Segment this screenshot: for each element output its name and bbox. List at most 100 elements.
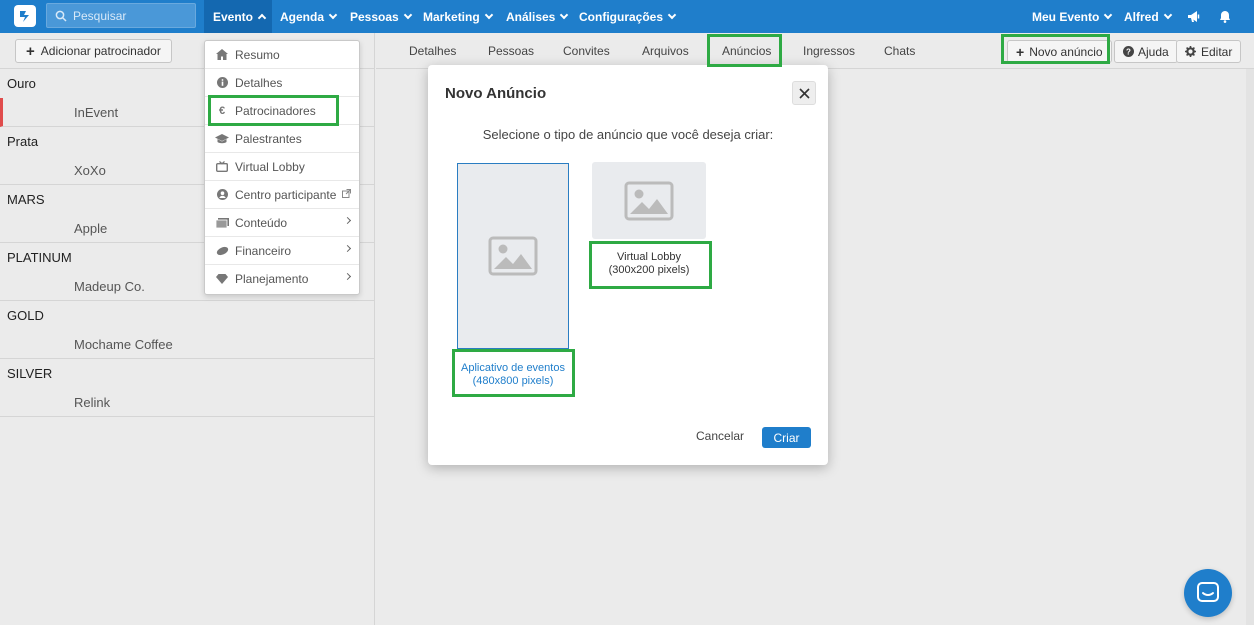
- sponsor-item[interactable]: Relink: [0, 388, 375, 417]
- add-sponsor-button[interactable]: + Adicionar patrocinador: [15, 39, 172, 63]
- search-box[interactable]: [46, 3, 196, 28]
- menu-item-detalhes[interactable]: Detalhes: [205, 69, 359, 97]
- tab-label: Anúncios: [722, 44, 772, 58]
- diamond-icon: [215, 272, 229, 286]
- sponsor-item-name: Mochame Coffee: [74, 336, 173, 352]
- tv-icon: [215, 160, 229, 174]
- sponsor-group-name: PLATINUM: [7, 250, 72, 265]
- tab-chats[interactable]: Chats: [884, 33, 915, 69]
- nav-pessoas[interactable]: Pessoas: [350, 0, 412, 33]
- menu-item-label: Detalhes: [235, 75, 283, 90]
- nav-agenda[interactable]: Agenda: [280, 0, 338, 33]
- modal-title: Novo Anúncio: [445, 85, 547, 102]
- sponsor-group[interactable]: GOLD: [0, 301, 375, 330]
- menu-item-virtual-lobby[interactable]: Virtual Lobby: [205, 153, 359, 181]
- question-icon: ?: [1123, 46, 1134, 57]
- menu-item-label: Financeiro: [235, 243, 292, 258]
- chevron-down-icon: [403, 10, 412, 19]
- ad-option-virtual-lobby[interactable]: [592, 162, 706, 239]
- gear-icon: [1185, 46, 1196, 57]
- search-icon: [55, 10, 67, 22]
- ad-option-lobby-caption[interactable]: Virtual Lobby (300x200 pixels): [592, 251, 706, 277]
- logo[interactable]: [14, 5, 36, 27]
- help-label: Ajuda: [1138, 44, 1169, 59]
- menu-item-label: Planejamento: [235, 272, 309, 286]
- help-button[interactable]: ? Ajuda: [1114, 40, 1178, 63]
- ad-option-app-caption[interactable]: Aplicativo de eventos (480x800 pixels): [455, 362, 571, 388]
- tab-detalhes[interactable]: Detalhes: [409, 33, 456, 69]
- modal-subtitle: Selecione o tipo de anúncio que você des…: [482, 127, 774, 142]
- create-button[interactable]: Criar: [762, 427, 811, 448]
- chevron-down-icon: [667, 10, 677, 19]
- money-icon: [215, 244, 229, 258]
- menu-item-label: Palestrantes: [235, 131, 302, 146]
- images-icon: [215, 216, 229, 230]
- external-link-icon: [342, 189, 351, 201]
- chevron-down-icon: [328, 10, 338, 19]
- euro-icon: €: [218, 104, 226, 117]
- nav-marketing[interactable]: Marketing: [423, 0, 493, 33]
- edit-button[interactable]: Editar: [1176, 40, 1242, 63]
- scrollbar[interactable]: [1246, 69, 1254, 625]
- new-ad-button[interactable]: + Novo anúncio: [1007, 40, 1112, 63]
- evento-dropdown-menu: Resumo Detalhes € Patrocinadores Palestr…: [204, 40, 360, 295]
- menu-item-patrocinadores[interactable]: € Patrocinadores: [205, 97, 359, 125]
- ad-option-app-name: Aplicativo de eventos: [461, 362, 565, 374]
- sponsor-group-name: MARS: [7, 192, 45, 207]
- sponsor-item-name: InEvent: [74, 104, 119, 120]
- menu-item-resumo[interactable]: Resumo: [205, 41, 359, 69]
- ad-option-lobby-name: Virtual Lobby: [616, 251, 681, 263]
- announcements-button[interactable]: [1187, 0, 1201, 33]
- tab-convites[interactable]: Convites: [563, 33, 610, 69]
- image-placeholder-icon: [488, 236, 538, 276]
- menu-item-label: Conteúdo: [235, 215, 288, 230]
- sponsor-item-name: XoXo: [74, 162, 106, 178]
- menu-item-centro-participante[interactable]: Centro participante: [205, 181, 359, 209]
- svg-text:?: ?: [1126, 48, 1131, 57]
- menu-item-label: Virtual Lobby: [235, 159, 305, 174]
- nav-meu-evento-label: Meu Evento: [1032, 9, 1100, 24]
- nav-agenda-label: Agenda: [280, 9, 325, 24]
- ad-option-lobby-size: (300x200 pixels): [608, 264, 690, 276]
- menu-item-conteudo[interactable]: Conteúdo: [205, 209, 359, 237]
- sponsor-group-name: Ouro: [7, 76, 36, 91]
- support-chat-button[interactable]: [1184, 569, 1232, 617]
- menu-item-financeiro[interactable]: Financeiro: [205, 237, 359, 265]
- menu-item-planejamento[interactable]: Planejamento: [205, 265, 359, 293]
- plus-icon: +: [1016, 43, 1025, 60]
- tab-label: Detalhes: [409, 44, 457, 58]
- menu-item-palestrantes[interactable]: Palestrantes: [205, 125, 359, 153]
- nav-meu-evento[interactable]: Meu Evento: [1032, 0, 1113, 33]
- nav-user[interactable]: Alfred: [1124, 0, 1172, 33]
- nav-configuracoes-label: Configurações: [579, 9, 664, 24]
- nav-analises[interactable]: Análises: [506, 0, 569, 33]
- sponsor-group-name: GOLD: [7, 308, 44, 323]
- sponsor-group[interactable]: SILVER: [0, 359, 375, 388]
- tab-ingressos[interactable]: Ingressos: [803, 33, 855, 69]
- menu-item-label: Centro participante: [235, 187, 337, 202]
- chat-icon: [1197, 582, 1219, 602]
- tab-arquivos[interactable]: Arquivos: [642, 33, 689, 69]
- plus-icon: +: [26, 42, 35, 60]
- sponsor-item[interactable]: Mochame Coffee: [0, 330, 375, 359]
- ad-option-app[interactable]: [457, 163, 569, 349]
- notifications-button[interactable]: [1219, 0, 1231, 33]
- nav-configuracoes[interactable]: Configurações: [579, 0, 677, 33]
- sponsor-group-name: SILVER: [7, 366, 53, 381]
- tab-anuncios[interactable]: Anúncios: [722, 33, 771, 69]
- user-circle-icon: [215, 188, 229, 202]
- new-ad-modal: Novo Anúncio Selecione o tipo de anúncio…: [428, 65, 828, 465]
- menu-item-label: Patrocinadores: [235, 103, 316, 118]
- tab-bar: Detalhes Pessoas Convites Arquivos Anúnc…: [376, 33, 1254, 69]
- nav-evento[interactable]: Evento: [204, 0, 272, 33]
- sponsor-group-name: Prata: [7, 134, 39, 149]
- cancel-button[interactable]: Cancelar: [696, 429, 744, 443]
- sponsor-item-name: Apple: [74, 220, 108, 236]
- chevron-down-icon: [560, 10, 569, 19]
- logo-icon: [20, 11, 29, 22]
- close-button[interactable]: [792, 81, 816, 105]
- nav-evento-label: Evento: [213, 9, 254, 24]
- top-navbar: Evento Agenda Pessoas Marketing Análises…: [0, 0, 1254, 33]
- tab-pessoas[interactable]: Pessoas: [488, 33, 534, 69]
- search-input[interactable]: [73, 8, 183, 23]
